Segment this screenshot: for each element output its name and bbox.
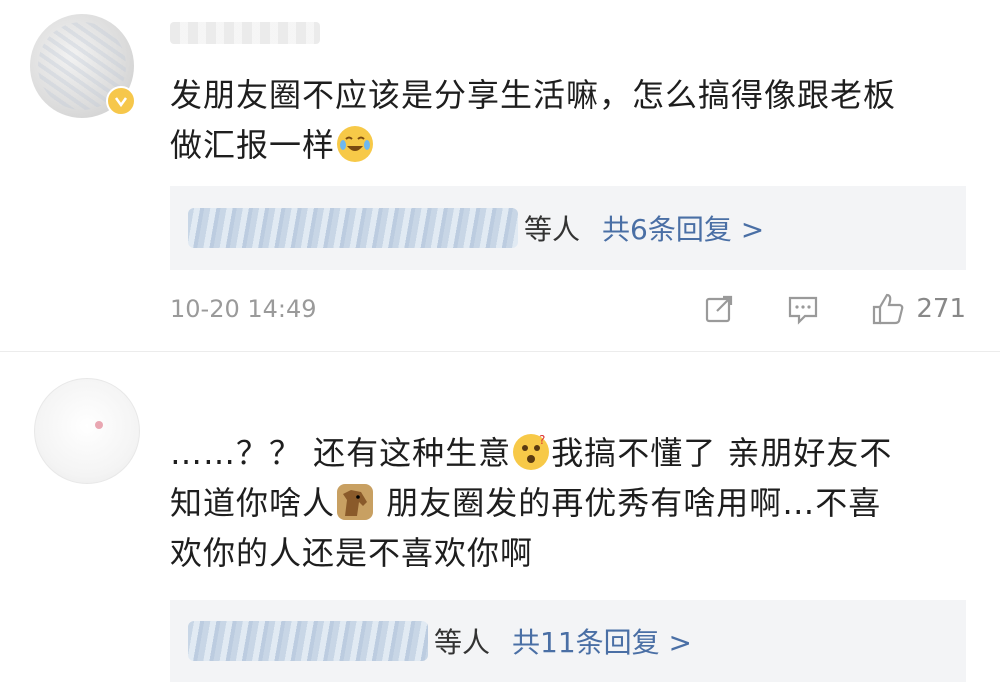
reply-names-redacted [188, 621, 428, 661]
comment-line: 做汇报一样 [170, 120, 970, 170]
confused-face-emoji-icon: ? [513, 434, 550, 470]
comment-item: 发朋友圈不应该是分享生活嘛，怎么搞得像跟老板 做汇报一样 等人 共6条回复 > … [0, 0, 1000, 352]
reply-others-label: 等人 [434, 626, 491, 659]
comment-button[interactable] [786, 292, 820, 326]
share-button[interactable] [702, 292, 736, 326]
reply-others-label: 等人 [524, 213, 581, 246]
comment-line-text: 知道你啥人 [170, 484, 336, 522]
like-button[interactable]: 271 [870, 291, 966, 327]
comment-line-text: ……？？ 还有这种生意 [170, 434, 512, 472]
reply-names-redacted [188, 208, 518, 248]
comment-line-text: 做汇报一样 [170, 126, 336, 164]
reply-summary[interactable]: 等人 共11条回复 > [170, 600, 966, 682]
comment-line: 欢你的人还是不喜欢你啊 [170, 534, 534, 572]
reply-count-link[interactable]: 共6条回复 > [602, 208, 764, 248]
thumbs-up-icon [873, 293, 904, 325]
reply-summary[interactable]: 等人 共6条回复 > [170, 186, 966, 270]
comment-line: 知道你啥人 朋友圈发的再优秀有啥用啊…不喜 [170, 478, 970, 528]
like-count: 271 [916, 294, 966, 324]
verified-badge-icon [106, 86, 136, 116]
svg-text:?: ? [539, 434, 546, 447]
comment-text: ……？？ 还有这种生意 ? 我搞不懂了 亲朋好友不 知道你啥人 朋友圈发的再优秀… [170, 428, 970, 578]
comment-text: 发朋友圈不应该是分享生活嘛，怎么搞得像跟老板 做汇报一样 [170, 70, 970, 170]
share-icon [706, 295, 733, 323]
avatar[interactable] [34, 378, 140, 484]
comment-line-text: 朋友圈发的再优秀有啥用啊…不喜 [375, 484, 882, 522]
comment-icon [789, 296, 818, 325]
laugh-cry-emoji-icon [337, 126, 374, 162]
avatar-detail [95, 421, 103, 429]
username-redacted[interactable] [170, 22, 320, 44]
comment-meta: 10-20 14:49 271 [170, 286, 966, 332]
comment-line-text: 我搞不懂了 亲朋好友不 [551, 434, 893, 472]
reply-count-link[interactable]: 共11条回复 > [512, 621, 692, 661]
timestamp: 10-20 14:49 [170, 295, 317, 323]
comment-line: ……？？ 还有这种生意 ? 我搞不懂了 亲朋好友不 [170, 428, 970, 478]
horse-emoji-icon [337, 484, 374, 520]
comment-line: 发朋友圈不应该是分享生活嘛，怎么搞得像跟老板 [170, 76, 897, 114]
